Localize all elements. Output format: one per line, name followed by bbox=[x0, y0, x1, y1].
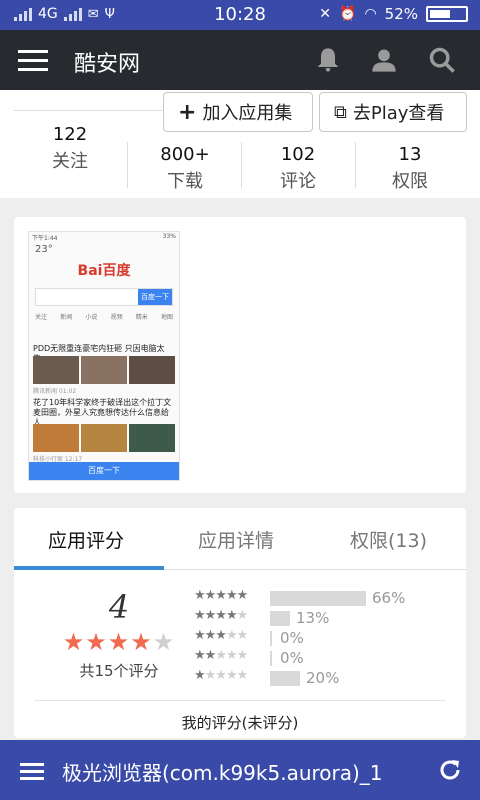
rating-bar bbox=[270, 651, 272, 666]
add-to-collection-button[interactable]: + 加入应用集 bbox=[163, 92, 313, 132]
divider bbox=[355, 142, 356, 188]
screenshot-search-box: 百度一下 bbox=[35, 288, 173, 306]
app-title: 酷安网 bbox=[74, 52, 141, 77]
rating-summary: 4 ★★★★★ 共15个评分 bbox=[54, 588, 184, 681]
rating-percent: 0% bbox=[280, 629, 304, 647]
refresh-icon[interactable] bbox=[438, 758, 462, 782]
rating-percent: 66% bbox=[372, 589, 406, 607]
bell-icon[interactable] bbox=[314, 46, 342, 74]
browser-bottom-bar: 极光浏览器(com.k99k5.aurora)_1 bbox=[0, 740, 480, 800]
screenshot-news-images-2 bbox=[33, 424, 175, 452]
divider bbox=[14, 110, 162, 111]
open-play-store-label: 去Play查看 bbox=[352, 103, 445, 124]
search-icon[interactable] bbox=[428, 46, 456, 74]
screenshot-status-bar: 下午1:44 33% bbox=[29, 232, 179, 242]
alarm-icon: ⏰ bbox=[339, 6, 357, 22]
rating-percent: 13% bbox=[296, 609, 330, 627]
status-bar: 4G ✉ Ψ 10:28 ✕ ⏰ ◠ 52% bbox=[0, 0, 480, 30]
rating-count: 共15个评分 bbox=[79, 662, 159, 680]
screenshot-nav-item: 精米 bbox=[135, 314, 148, 321]
app-summary-card: + 加入应用集 ⧉ 去Play查看 122 关注 800+ 下载 102 评论 … bbox=[0, 90, 480, 198]
stat-permissions-value: 13 bbox=[398, 144, 422, 165]
stat-follow[interactable]: 122 关注 bbox=[38, 124, 102, 173]
star-icon-group: ★★★★★ bbox=[194, 608, 248, 623]
browser-page-title[interactable]: 极光浏览器(com.k99k5.aurora)_1 bbox=[62, 757, 418, 786]
stat-downloads-label: 下载 bbox=[167, 171, 203, 192]
rating-row-4: ★★★★★ 13% bbox=[194, 608, 454, 628]
rating-stars: ★★★★★ bbox=[62, 628, 176, 656]
screenshot-weather: 23° bbox=[35, 244, 53, 255]
star-icon-group: ★★★★★ bbox=[194, 588, 248, 603]
rating-row-5: ★★★★★ 66% bbox=[194, 588, 454, 608]
baidu-logo: Bai百度 bbox=[77, 263, 131, 279]
external-link-icon: ⧉ bbox=[334, 101, 347, 123]
screenshot-nav-item: 新闻 bbox=[60, 314, 73, 321]
status-right: ✕ ⏰ ◠ 52% bbox=[319, 5, 468, 23]
stat-comments-label: 评论 bbox=[280, 171, 316, 192]
rating-row-2: ★★★★★ 0% bbox=[194, 648, 454, 668]
screenshot-nav-item: 关注 bbox=[35, 314, 48, 321]
screenshot-status-time: 下午1:44 bbox=[32, 235, 58, 242]
stat-permissions-label: 权限 bbox=[392, 171, 428, 192]
tab-rating[interactable]: 应用评分 bbox=[48, 526, 124, 553]
app-bar: 酷安网 bbox=[0, 30, 480, 90]
my-rating-link[interactable]: 我的评分(未评分) bbox=[14, 712, 466, 733]
stat-comments-value: 102 bbox=[280, 144, 316, 165]
stat-downloads-value: 800+ bbox=[160, 144, 210, 165]
detail-tabs: 应用评分 应用详情 权限(13) bbox=[14, 508, 466, 570]
rating-row-3: ★★★★★ 0% bbox=[194, 628, 454, 648]
rating-row-1: ★★★★★ 20% bbox=[194, 668, 454, 688]
divider bbox=[127, 142, 128, 188]
divider bbox=[241, 142, 242, 188]
stat-comments[interactable]: 102 评论 bbox=[262, 144, 334, 193]
stat-follow-value: 122 bbox=[52, 124, 88, 145]
screenshot-nav-item: 地图 bbox=[160, 314, 173, 321]
tab-indicator bbox=[14, 566, 164, 570]
star-icon-group: ★★★★★ bbox=[194, 628, 248, 643]
screenshot-nav: 关注 新闻 小说 视频 精米 地图 bbox=[35, 312, 173, 321]
rating-distribution: ★★★★★ 66% ★★★★★ 13% ★★★★★ 0% ★★★★★ 0% ★★… bbox=[194, 588, 454, 688]
stat-follow-label: 关注 bbox=[52, 151, 88, 172]
battery-percent: 52% bbox=[384, 5, 418, 23]
rating-card: 应用评分 应用详情 权限(13) 4 ★★★★★ 共15个评分 ★★★★★ 66… bbox=[14, 508, 466, 738]
rating-percent: 20% bbox=[306, 669, 340, 687]
screenshot-search-button: 百度一下 bbox=[138, 289, 172, 305]
divider bbox=[34, 700, 446, 701]
stat-permissions[interactable]: 13 权限 bbox=[378, 144, 442, 193]
rating-score: 4 bbox=[108, 588, 130, 626]
rating-bar bbox=[270, 631, 272, 646]
star-icon-group: ★★★★★ bbox=[194, 668, 248, 683]
mute-icon: ✕ bbox=[319, 6, 331, 22]
rating-bar bbox=[270, 591, 366, 606]
screenshot-nav-item: 小说 bbox=[85, 314, 98, 321]
menu-icon[interactable] bbox=[18, 50, 48, 71]
stat-downloads: 800+ 下载 bbox=[145, 144, 225, 193]
screenshot-bottom-bar: 百度一下 bbox=[29, 462, 179, 480]
screenshot-news-images-1 bbox=[33, 356, 175, 384]
rating-percent: 0% bbox=[280, 649, 304, 667]
plus-icon: + bbox=[178, 99, 197, 125]
rating-bar bbox=[270, 611, 290, 626]
screenshot-status-battery: 33% bbox=[162, 233, 176, 240]
menu-icon[interactable] bbox=[20, 763, 44, 780]
open-play-store-button[interactable]: ⧉ 去Play查看 bbox=[319, 92, 467, 132]
rating-bar bbox=[270, 671, 300, 686]
app-screenshot-thumbnail[interactable]: 下午1:44 33% 23° Bai百度 百度一下 关注 新闻 小说 视频 精米… bbox=[28, 231, 180, 481]
wifi-icon: ◠ bbox=[364, 6, 377, 22]
tab-details[interactable]: 应用详情 bbox=[198, 526, 274, 553]
tab-permissions[interactable]: 权限(13) bbox=[350, 526, 427, 553]
screenshot-nav-item: 视频 bbox=[110, 314, 123, 321]
battery-icon bbox=[426, 6, 468, 22]
screenshot-card: 下午1:44 33% 23° Bai百度 百度一下 关注 新闻 小说 视频 精米… bbox=[14, 217, 466, 493]
add-to-collection-label: 加入应用集 bbox=[202, 103, 293, 124]
user-icon[interactable] bbox=[370, 46, 398, 74]
screenshot-news-meta-1: 腾讯新闻 01:02 bbox=[33, 388, 77, 395]
star-icon-group: ★★★★★ bbox=[194, 648, 248, 663]
